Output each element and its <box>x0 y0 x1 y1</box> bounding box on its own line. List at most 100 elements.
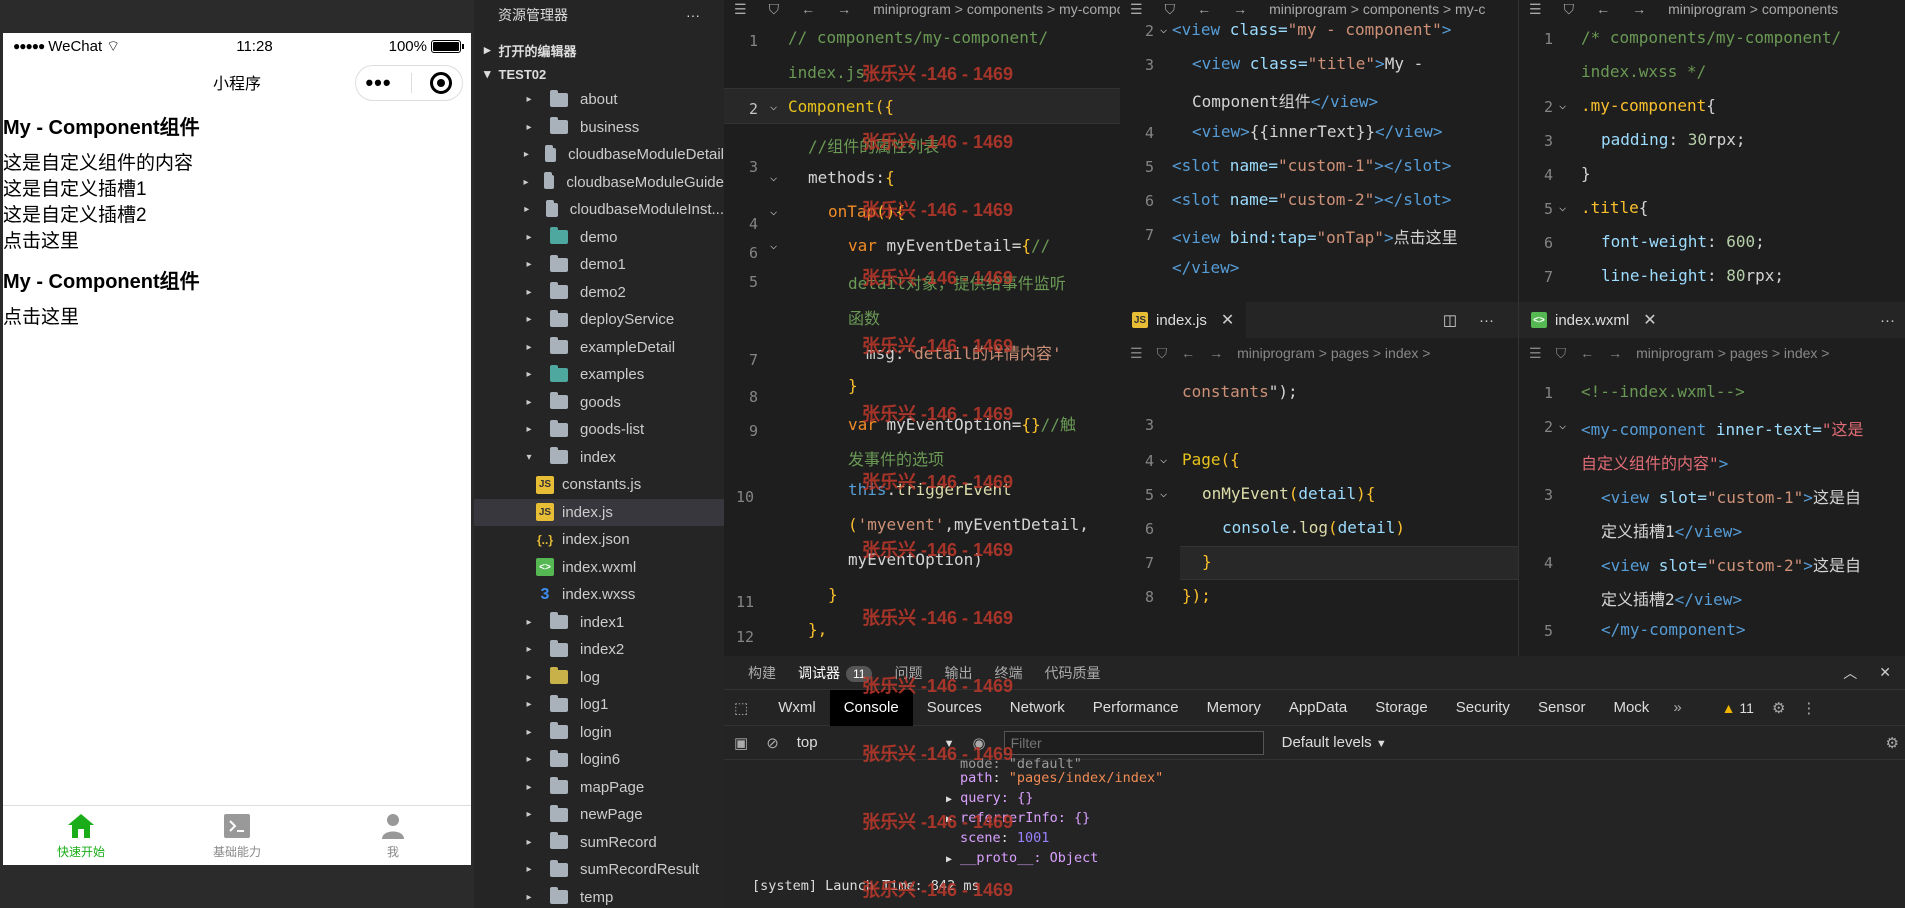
folder-item[interactable]: ▸ deployService <box>474 306 724 334</box>
tab-me[interactable]: 我 <box>315 806 471 865</box>
more-icon[interactable]: ••• <box>365 72 391 94</box>
list-icon[interactable]: ☰ <box>1529 345 1542 362</box>
console-filter-input[interactable] <box>1003 730 1264 755</box>
folder-item[interactable]: ▸ mapPage <box>474 774 724 802</box>
log-levels-select[interactable]: Default levels ▼ <box>1282 734 1387 751</box>
tab-index-wxml[interactable]: <> index.wxml ✕ <box>1519 302 1669 338</box>
fold-chevron-icon[interactable]: ⌵ <box>1559 418 1566 432</box>
fold-chevron-icon[interactable]: ⌵ <box>770 238 777 252</box>
fold-chevron-icon[interactable]: ⌵ <box>1160 486 1167 500</box>
forward-icon[interactable]: → <box>1233 1 1247 17</box>
more-icon[interactable]: ··· <box>1479 312 1494 329</box>
tab-output[interactable]: 输出 <box>944 663 972 683</box>
folder-item[interactable]: ▸ about <box>474 86 724 114</box>
console-line[interactable]: ▶ query: {} <box>946 790 1033 806</box>
kebab-icon[interactable]: ⋮ <box>1801 699 1816 717</box>
warning-count[interactable]: ▲ 11 <box>1722 700 1754 716</box>
tab-terminal[interactable]: 终端 <box>994 663 1022 683</box>
breadcrumb[interactable]: miniprogram > pages > index > <box>1237 345 1430 361</box>
panel-tab-security[interactable]: Security <box>1442 690 1524 726</box>
tap-here-link-2[interactable]: 点击这里 <box>3 305 471 331</box>
folder-item[interactable]: ▸ index2 <box>474 636 724 664</box>
editor-component-js[interactable]: ☰ ⛉ ← → miniprogram > components > my-compo … <box>724 0 1120 656</box>
back-icon[interactable]: ← <box>1596 1 1610 17</box>
overflow-icon[interactable]: » <box>1663 699 1691 716</box>
folder-item[interactable]: ▸ log <box>474 664 724 692</box>
breadcrumb[interactable]: miniprogram > pages > index > <box>1636 345 1829 361</box>
file-item[interactable]: JS constants.js <box>474 471 724 499</box>
folder-item[interactable]: ▸ newPage <box>474 801 724 829</box>
file-item[interactable]: <> index.wxml <box>474 554 724 582</box>
breadcrumb[interactable]: miniprogram > components > my-c <box>1269 1 1485 17</box>
fold-chevron-icon[interactable]: ⌵ <box>1160 22 1167 36</box>
project-section[interactable]: ▾ TEST02 <box>474 62 724 86</box>
folder-item[interactable]: ▸ temp <box>474 884 724 908</box>
fold-chevron-icon[interactable]: ⌵ <box>770 99 777 113</box>
file-item[interactable]: JS index.js <box>474 498 724 526</box>
panel-tab-wxml[interactable]: Wxml <box>764 690 830 726</box>
console-line[interactable]: ▶ referrerInfo: {} <box>946 810 1090 826</box>
breadcrumb[interactable]: miniprogram > components > my-compo <box>873 1 1120 17</box>
folder-item[interactable]: ▸ demo1 <box>474 251 724 279</box>
editor-index-js[interactable]: JS index.js ✕ ◫ ··· ☰ ⛉ ← → miniprogram > page… <box>1120 302 1518 656</box>
close-icon[interactable]: ✕ <box>1879 664 1891 681</box>
close-tab-icon[interactable]: ✕ <box>1643 310 1656 330</box>
back-icon[interactable]: ← <box>1181 345 1195 361</box>
bookmark-icon[interactable]: ⛉ <box>1564 1 1575 18</box>
list-icon[interactable]: ☰ <box>1130 345 1143 362</box>
folder-item[interactable]: ▸ login6 <box>474 746 724 774</box>
chevron-up-icon[interactable]: ︿ <box>1843 663 1857 683</box>
tap-here-link[interactable]: 点击这里 <box>3 229 471 255</box>
editor-component-wxss[interactable]: ☰ ⛉ ← → miniprogram > components 1 /* compone… <box>1518 0 1905 302</box>
folder-item[interactable]: ▸ login <box>474 719 724 747</box>
tab-build[interactable]: 构建 <box>748 663 776 683</box>
folder-item[interactable]: ▸ cloudbaseModuleGuide <box>474 169 724 197</box>
list-icon[interactable]: ☰ <box>734 1 747 18</box>
close-miniprogram-icon[interactable] <box>430 72 453 94</box>
settings-icon[interactable]: ⚙ <box>1772 699 1785 717</box>
folder-item[interactable]: ▸ examples <box>474 361 724 389</box>
folder-item[interactable]: ▸ sumRecord <box>474 829 724 857</box>
editor-index-wxml[interactable]: <> index.wxml ✕ ··· ☰ ⛉ ← → miniprogram > page… <box>1518 302 1905 656</box>
panel-tab-console[interactable]: Console <box>829 689 913 726</box>
folder-item[interactable]: ▸ demo <box>474 224 724 252</box>
fold-chevron-icon[interactable]: ⌵ <box>770 204 777 218</box>
folder-item[interactable]: ▸ log1 <box>474 691 724 719</box>
back-icon[interactable]: ← <box>1580 345 1594 361</box>
folder-item[interactable]: ▸ exampleDetail <box>474 334 724 362</box>
fold-chevron-icon[interactable]: ⌵ <box>1559 98 1566 112</box>
split-editor-icon[interactable]: ◫ <box>1443 311 1457 329</box>
panel-tab-memory[interactable]: Memory <box>1193 690 1275 726</box>
panel-tab-sensor[interactable]: Sensor <box>1524 690 1600 726</box>
folder-item[interactable]: ▾ index <box>474 444 724 472</box>
editor-component-wxml[interactable]: ☰ ⛉ ← → miniprogram > components > my-c 2 ⌵ <v… <box>1120 0 1518 302</box>
forward-icon[interactable]: → <box>1608 345 1622 361</box>
fold-chevron-icon[interactable]: ⌵ <box>1559 200 1566 214</box>
folder-item[interactable]: ▸ goods-list <box>474 416 724 444</box>
folder-item[interactable]: ▸ business <box>474 114 724 142</box>
open-editors-section[interactable]: ▸ 打开的编辑器 <box>474 38 724 62</box>
fold-chevron-icon[interactable]: ⌵ <box>1160 452 1167 466</box>
bookmark-icon[interactable]: ⛉ <box>1157 345 1168 362</box>
inspect-icon[interactable]: ⬚ <box>734 699 748 717</box>
clear-console-icon[interactable]: ⊘ <box>766 734 779 752</box>
tab-code-quality[interactable]: 代码质量 <box>1044 663 1100 683</box>
console-line[interactable]: ▶ __proto__: Object <box>946 850 1098 866</box>
context-select[interactable]: top ▼ <box>797 734 955 751</box>
breadcrumb[interactable]: miniprogram > components <box>1668 1 1838 17</box>
panel-tab-storage[interactable]: Storage <box>1361 690 1442 726</box>
back-icon[interactable]: ← <box>801 1 815 17</box>
file-item[interactable]: {..} index.json <box>474 526 724 554</box>
tab-basic[interactable]: 基础能力 <box>159 806 315 865</box>
forward-icon[interactable]: → <box>1632 1 1646 17</box>
tab-index-js[interactable]: JS index.js ✕ <box>1120 302 1247 338</box>
panel-tab-appdata[interactable]: AppData <box>1275 690 1361 726</box>
eye-icon[interactable]: ◉ <box>973 734 986 752</box>
forward-icon[interactable]: → <box>837 1 851 17</box>
more-icon[interactable]: ··· <box>1880 312 1895 329</box>
panel-tab-performance[interactable]: Performance <box>1079 690 1193 726</box>
bookmark-icon[interactable]: ⛉ <box>1165 1 1176 18</box>
tab-problems[interactable]: 问题 <box>894 663 922 683</box>
console-settings-icon[interactable]: ⚙ <box>1886 734 1899 752</box>
list-icon[interactable]: ☰ <box>1529 1 1542 18</box>
